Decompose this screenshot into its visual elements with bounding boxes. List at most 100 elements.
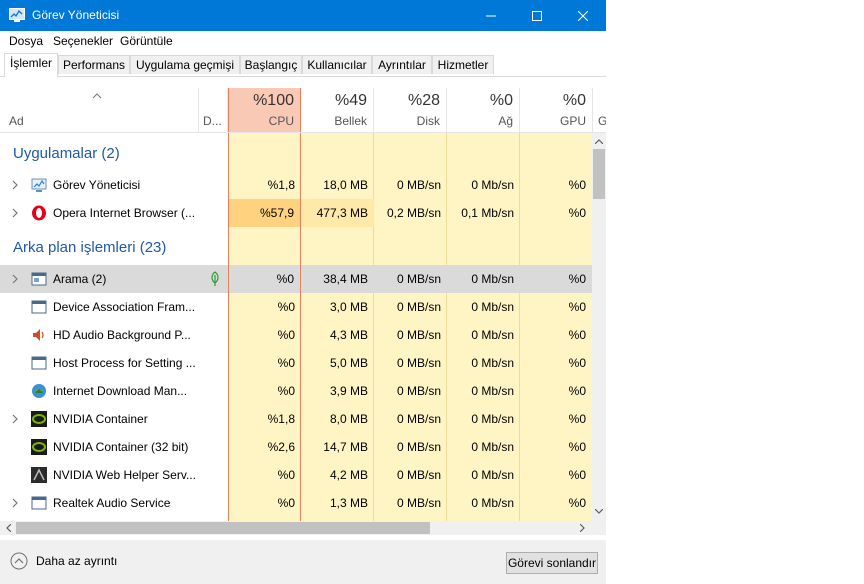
column-header-gpu-engine[interactable]: G [593, 88, 606, 132]
process-name: Realtek Audio Service [53, 496, 171, 510]
table-row-selected[interactable]: Arama (2) %0 38,4 MB 0 MB/sn 0 Mb/sn %0 [0, 265, 592, 293]
group-header-background[interactable]: Arka plan işlemleri (23) [0, 227, 592, 265]
network-value: 0 Mb/sn [471, 384, 514, 398]
memory-value: 3,9 MB [329, 384, 368, 398]
table-row[interactable]: Host Process for Setting ... %0 5,0 MB 0… [0, 349, 592, 377]
table-row[interactable]: Opera Internet Browser (... %57,9 477,3 … [0, 199, 592, 227]
menu-options[interactable]: Seçenekler [53, 34, 113, 48]
chevron-right-icon[interactable] [10, 498, 20, 508]
horizontal-scrollbar[interactable] [0, 521, 592, 535]
minimize-icon [486, 15, 496, 16]
table-row[interactable]: NVIDIA Container (32 bit) %2,6 14,7 MB 0… [0, 433, 592, 461]
opera-icon [32, 205, 46, 221]
table-row[interactable]: Görev Yöneticisi %1,8 18,0 MB 0 MB/sn 0 … [0, 171, 592, 199]
network-value: 0 Mb/sn [471, 300, 514, 314]
memory-value: 38,4 MB [301, 265, 374, 293]
close-button[interactable] [560, 0, 606, 31]
chevron-right-icon[interactable] [10, 180, 20, 190]
table-row[interactable]: Internet Download Man... %0 3,9 MB 0 MB/… [0, 377, 592, 405]
download-manager-icon [32, 384, 46, 398]
horizontal-scroll-thumb[interactable] [16, 522, 430, 534]
scroll-left-icon[interactable] [6, 524, 11, 532]
gpu-value: %0 [568, 412, 586, 426]
scroll-down-icon[interactable] [595, 509, 603, 514]
disk-value: 0 MB/sn [396, 440, 441, 454]
gpu-value: %0 [568, 206, 586, 220]
tab-performance[interactable]: Performans [58, 55, 130, 74]
vertical-scroll-thumb[interactable] [593, 149, 605, 199]
less-details-toggle[interactable]: Daha az ayrıntı [10, 552, 117, 570]
process-list: Uygulamalar (2) Görev Yöneticisi %1,8 18… [0, 133, 592, 521]
disk-value: 0 MB/sn [374, 265, 447, 293]
network-value: 0 Mb/sn [471, 440, 514, 454]
leaf-suspended-icon [211, 271, 219, 286]
table-row[interactable]: Device Association Fram... %0 3,0 MB 0 M… [0, 293, 592, 321]
column-header-status[interactable]: D... [199, 88, 228, 132]
tab-details[interactable]: Ayrıntılar [372, 55, 432, 74]
close-icon [578, 10, 588, 21]
memory-value: 18,0 MB [323, 178, 368, 192]
column-header-cpu[interactable]: %100 CPU [228, 88, 301, 132]
gpu-value: %0 [568, 468, 586, 482]
group-header-apps[interactable]: Uygulamalar (2) [0, 133, 592, 175]
column-header-network[interactable]: %0 Ağ [447, 88, 520, 132]
table-row[interactable]: NVIDIA Container %1,8 8,0 MB 0 MB/sn 0 M… [0, 405, 592, 433]
sort-up-icon [92, 93, 102, 99]
column-header-disk[interactable]: %28 Disk [374, 88, 447, 132]
table-row[interactable]: NVIDIA Web Helper Serv... %0 4,2 MB 0 MB… [0, 461, 592, 489]
disk-value: 0 MB/sn [396, 328, 441, 342]
table-row[interactable]: HD Audio Background P... %0 4,3 MB 0 MB/… [0, 321, 592, 349]
vertical-scrollbar[interactable] [592, 133, 606, 521]
disk-value: 0 MB/sn [396, 468, 441, 482]
column-header-name[interactable]: Ad [0, 88, 199, 132]
network-value: 0 Mb/sn [471, 328, 514, 342]
minimize-button[interactable] [468, 0, 514, 31]
tab-processes[interactable]: İşlemler [4, 53, 58, 77]
gpu-value: %0 [568, 356, 586, 370]
nvidia-icon [31, 439, 47, 455]
network-value: 0 Mb/sn [471, 496, 514, 510]
menu-file[interactable]: Dosya [9, 34, 43, 48]
less-details-label: Daha az ayrıntı [36, 554, 118, 568]
title-bar[interactable]: Görev Yöneticisi [0, 0, 606, 31]
end-task-button[interactable]: Görevi sonlandır [506, 552, 598, 574]
tab-startup[interactable]: Başlangıç [240, 55, 302, 74]
tab-strip: İşlemler Performans Uygulama geçmişi Baş… [0, 53, 606, 77]
search-window-icon [31, 272, 47, 286]
column-header-memory[interactable]: %49 Bellek [301, 88, 374, 132]
process-name: NVIDIA Web Helper Serv... [53, 468, 196, 482]
cpu-value: %57,9 [228, 199, 301, 227]
tab-services[interactable]: Hizmetler [432, 55, 494, 74]
gpu-value: %0 [568, 178, 586, 192]
menu-view[interactable]: Görüntüle [120, 34, 173, 48]
memory-value: 4,2 MB [329, 468, 368, 482]
nvidia-icon [31, 411, 47, 427]
chevron-right-icon[interactable] [10, 208, 20, 218]
tab-app-history[interactable]: Uygulama geçmişi [130, 55, 240, 74]
memory-value: 4,3 MB [329, 328, 368, 342]
process-name: Device Association Fram... [53, 300, 196, 314]
scroll-right-icon[interactable] [580, 524, 585, 532]
network-value: 0 Mb/sn [447, 265, 520, 293]
memory-value: 3,0 MB [329, 300, 368, 314]
table-row[interactable]: Realtek Audio Service %0 1,3 MB 0 MB/sn … [0, 489, 592, 517]
disk-value: 0 MB/sn [396, 384, 441, 398]
network-value: 0 Mb/sn [471, 412, 514, 426]
chevron-right-icon[interactable] [10, 414, 20, 424]
process-name: Arama (2) [53, 272, 107, 286]
menu-bar: Dosya Seçenekler Görüntüle [0, 31, 606, 51]
memory-value: 8,0 MB [329, 412, 368, 426]
speaker-icon [33, 329, 44, 341]
task-manager-window: Görev Yöneticisi Dosya Seçenekler Görünt… [0, 0, 606, 584]
column-header-gpu[interactable]: %0 GPU [520, 88, 593, 132]
tab-users[interactable]: Kullanıcılar [302, 55, 372, 74]
process-name: Internet Download Man... [53, 384, 188, 398]
maximize-button[interactable] [514, 0, 560, 31]
cpu-value: %0 [277, 384, 295, 398]
cpu-value: %2,6 [267, 440, 295, 454]
chevron-right-icon[interactable] [10, 274, 20, 284]
memory-value: 14,7 MB [323, 440, 368, 454]
scroll-corner [592, 521, 606, 535]
gpu-value: %0 [568, 384, 586, 398]
scroll-up-icon[interactable] [595, 139, 603, 144]
